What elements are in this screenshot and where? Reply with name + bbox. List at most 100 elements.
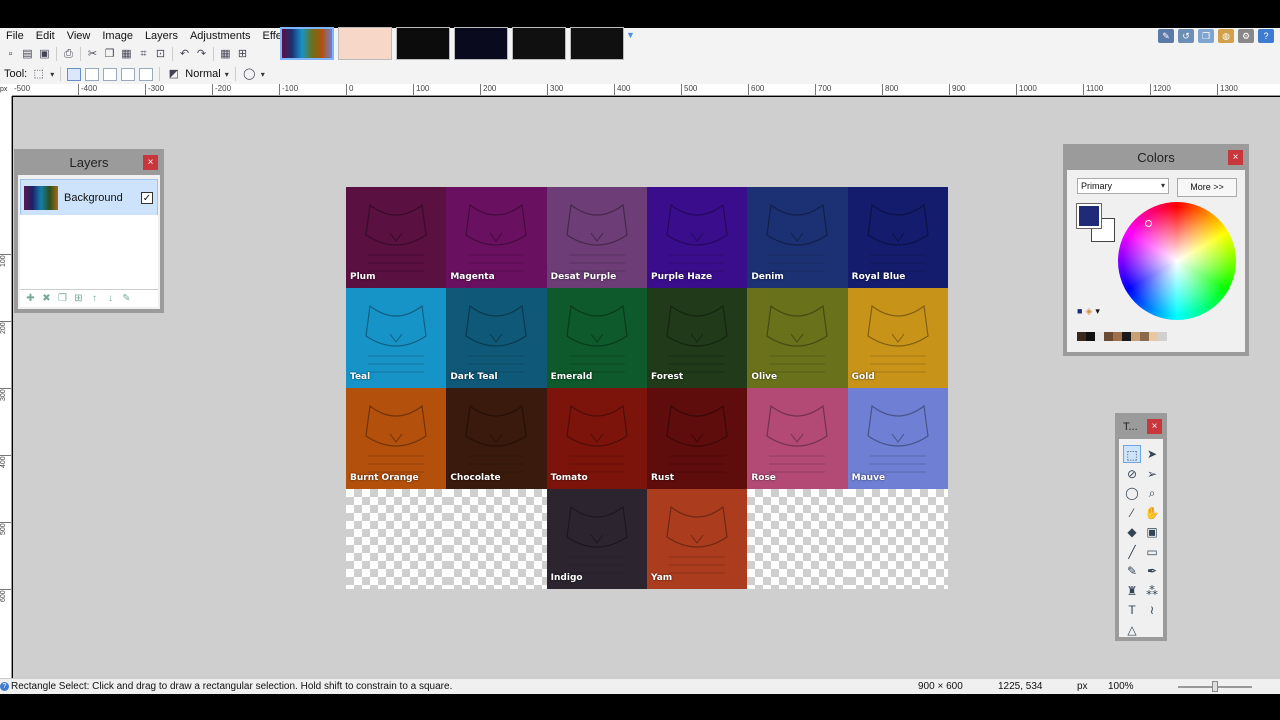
print-icon[interactable]: ⎙ (61, 47, 76, 62)
layers-toggle-icon[interactable]: ❐ (1198, 29, 1214, 43)
image-thumb-dark-4[interactable] (570, 27, 624, 60)
palette-menu-icon[interactable]: ◈ (1085, 306, 1092, 317)
ellipse-select-icon[interactable]: ◯ (1123, 484, 1141, 502)
zoom-slider-handle[interactable] (1212, 681, 1218, 692)
menu-image[interactable]: Image (96, 28, 139, 44)
shapes-icon[interactable]: △ (1123, 621, 1141, 639)
blend-mode-select[interactable]: Normal (185, 68, 220, 80)
close-icon[interactable]: × (1228, 150, 1243, 165)
eraser-icon[interactable]: ▭ (1143, 543, 1161, 561)
duplicate-layer-icon[interactable]: ❐ (56, 293, 69, 304)
color-mode-select[interactable]: Primary ▾ (1077, 178, 1169, 194)
color-wheel-cursor[interactable] (1145, 220, 1152, 227)
menu-edit[interactable]: Edit (30, 28, 61, 44)
delete-layer-icon[interactable]: ✖ (40, 293, 53, 304)
crop-icon[interactable]: ⌗ (136, 47, 151, 62)
history-toggle-icon[interactable]: ↺ (1178, 29, 1194, 43)
selection-mode-replace[interactable] (67, 67, 82, 81)
move-selection-icon[interactable]: ➢ (1143, 465, 1161, 483)
paint-bucket-icon[interactable]: ◆ (1123, 523, 1141, 541)
image-canvas[interactable]: Plum Magenta Desat Purple Purple Haze Denim R… (346, 187, 948, 589)
palette-swap-icon[interactable]: ■ (1077, 306, 1082, 317)
palette-swatch[interactable] (1104, 332, 1113, 341)
selection-mode-union[interactable] (85, 67, 100, 81)
units-select[interactable]: px (1077, 681, 1088, 692)
settings-icon[interactable]: ⚙ (1238, 29, 1254, 43)
paste-icon[interactable]: ▦ (119, 47, 134, 62)
help-icon[interactable]: ? (1258, 29, 1274, 43)
grid-icon[interactable]: ▦ (218, 47, 233, 62)
lasso-select-icon[interactable]: ⊘ (1123, 465, 1141, 483)
add-layer-icon[interactable]: ✚ (24, 293, 37, 304)
layer-properties-icon[interactable]: ✎ (120, 293, 133, 304)
merge-layer-icon[interactable]: ⊞ (72, 293, 85, 304)
palette-swatch[interactable] (1122, 332, 1131, 341)
more-colors-button[interactable]: More >> (1177, 178, 1237, 197)
palette-swatch[interactable] (1113, 332, 1122, 341)
palette-swatch[interactable] (1140, 332, 1149, 341)
tile-label: Denim (751, 271, 784, 282)
colors-panel-header[interactable]: Colors × (1067, 148, 1245, 170)
recolor-icon[interactable]: ⁂ (1143, 582, 1161, 600)
layer-item-background[interactable]: Background ✓ (20, 179, 158, 217)
rulers-icon[interactable]: ⊞ (235, 47, 250, 62)
selection-mode-exclude[interactable] (103, 67, 118, 81)
menu-file[interactable]: File (0, 28, 30, 44)
zoom-icon[interactable]: ⌕ (1143, 484, 1161, 502)
menu-view[interactable]: View (61, 28, 97, 44)
chevron-down-icon[interactable]: ▾ (261, 70, 265, 79)
color-wheel[interactable] (1118, 202, 1236, 320)
rectangle-select-icon[interactable]: ⬚ (31, 67, 46, 82)
palette-swatch[interactable] (1086, 332, 1095, 341)
text-icon[interactable]: T (1123, 601, 1141, 619)
move-layer-up-icon[interactable]: ↑ (88, 293, 101, 304)
cut-icon[interactable]: ✂ (85, 47, 100, 62)
deselect-icon[interactable]: ⊡ (153, 47, 168, 62)
close-icon[interactable]: × (1147, 419, 1162, 434)
image-thumb-dark-3[interactable] (512, 27, 566, 60)
pencil-icon[interactable]: ✎ (1123, 562, 1141, 580)
close-icon[interactable]: × (143, 155, 158, 170)
menu-layers[interactable]: Layers (139, 28, 184, 44)
new-image-icon[interactable]: ▫ (3, 47, 18, 62)
clone-stamp-icon[interactable]: ♜ (1123, 582, 1141, 600)
undo-icon[interactable]: ↶ (177, 47, 192, 62)
paintbrush-icon[interactable]: ╱ (1123, 543, 1141, 561)
image-thumb-dark-1[interactable] (396, 27, 450, 60)
image-thumb-palette[interactable] (280, 27, 334, 60)
primary-color-swatch[interactable] (1076, 203, 1102, 229)
image-thumb-illustration[interactable] (338, 27, 392, 60)
palette-swatch[interactable] (1131, 332, 1140, 341)
palette-swatch[interactable] (1077, 332, 1086, 341)
layers-panel-header[interactable]: Layers × (18, 153, 160, 175)
chevron-down-icon[interactable]: ▾ (1095, 306, 1100, 317)
redo-icon[interactable]: ↷ (194, 47, 209, 62)
move-selected-icon[interactable]: ➤ (1143, 445, 1161, 463)
rectangle-select-icon[interactable]: ⬚ (1123, 445, 1141, 463)
color-picker-icon[interactable]: ✒ (1143, 562, 1161, 580)
save-icon[interactable]: ▣ (37, 47, 52, 62)
menu-adjustments[interactable]: Adjustments (184, 28, 257, 44)
palette-swatch[interactable] (1095, 332, 1104, 341)
palette-swatch[interactable] (1158, 332, 1167, 341)
pan-icon[interactable]: ✋ (1143, 504, 1161, 522)
magic-wand-icon[interactable]: ⁄ (1123, 504, 1141, 522)
chevron-down-icon[interactable]: ▾ (50, 70, 54, 79)
colors-toggle-icon[interactable]: ◍ (1218, 29, 1234, 43)
thumbs-scroll-icon[interactable]: ▼ (626, 30, 635, 40)
layer-visibility-checkbox[interactable]: ✓ (141, 192, 153, 204)
image-thumb-dark-2[interactable] (454, 27, 508, 60)
selection-mode-intersect[interactable] (121, 67, 136, 81)
zoom-level[interactable]: 100% (1108, 681, 1134, 692)
chevron-down-icon[interactable]: ▾ (225, 70, 229, 79)
antialias-icon[interactable]: ◯ (242, 67, 257, 82)
copy-icon[interactable]: ❐ (102, 47, 117, 62)
line-curve-icon[interactable]: ≀ (1143, 601, 1161, 619)
selection-mode-invert[interactable] (139, 67, 154, 81)
gradient-icon[interactable]: ▣ (1143, 523, 1161, 541)
open-icon[interactable]: ▤ (20, 47, 35, 62)
palette-swatch[interactable] (1149, 332, 1158, 341)
tools-toggle-icon[interactable]: ✎ (1158, 29, 1174, 43)
tools-panel-header[interactable]: T... × (1119, 417, 1163, 439)
move-layer-down-icon[interactable]: ↓ (104, 293, 117, 304)
